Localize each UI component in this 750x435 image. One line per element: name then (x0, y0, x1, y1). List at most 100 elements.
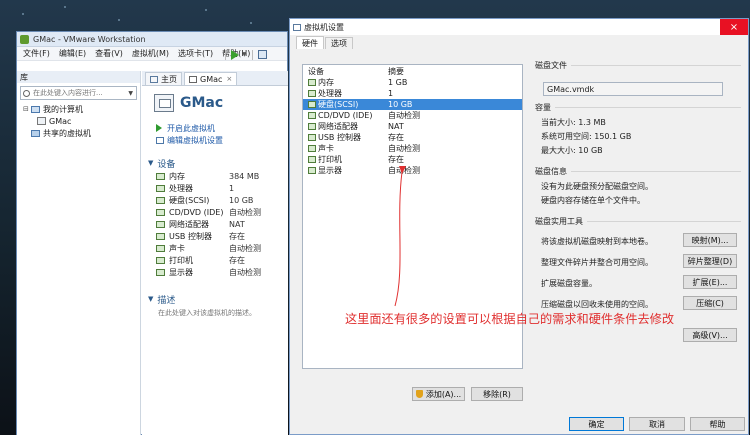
advanced-button[interactable]: 高级(V)... (683, 328, 737, 342)
hardware-row[interactable]: CD/DVD (IDE) 自动检测 (303, 110, 522, 121)
vm-icon (189, 75, 197, 83)
device-row[interactable]: 内存 384 MB (142, 170, 288, 182)
devices-section-toggle[interactable]: ▼ 设备 (142, 156, 288, 170)
menu-file[interactable]: 文件(F) (23, 48, 50, 59)
tree-item-gmac[interactable]: GMac (17, 115, 140, 127)
device-icon (156, 172, 165, 180)
device-row[interactable]: 网络适配器 NAT (142, 218, 288, 230)
add-hardware-button[interactable]: 添加(A)... (412, 387, 465, 401)
description-hint[interactable]: 在此处键入对该虚拟机的描述。 (142, 308, 288, 318)
disk-utilities-group: 磁盘实用工具 将该虚拟机磁盘映射到本地卷。 映射(M)... 整理文件碎片并整合可用… (535, 216, 741, 361)
device-icon (156, 196, 165, 204)
device-value: 10 GB (229, 195, 254, 205)
chevron-down-icon[interactable]: ▼ (242, 51, 247, 58)
device-name: 打印机 (169, 255, 193, 265)
hardware-summary: 自动检测 (388, 144, 420, 153)
device-name: 网络适配器 (169, 219, 209, 229)
tree-item-label: 共享的虚拟机 (43, 128, 91, 138)
hardware-device: 网络适配器 (318, 122, 358, 131)
tree-item-shared-vms[interactable]: 共享的虚拟机 (17, 127, 140, 139)
close-button[interactable]: × (720, 19, 748, 35)
ok-button[interactable]: 确定 (569, 417, 624, 431)
hardware-row[interactable]: 显示器 自动检测 (303, 165, 522, 176)
disk-file-field[interactable]: GMac.vmdk (543, 82, 723, 96)
shield-icon (415, 390, 423, 398)
power-on-icon[interactable] (231, 49, 239, 60)
power-on-link[interactable]: 开启此虚拟机 (156, 122, 288, 134)
tab-hardware[interactable]: 硬件 (296, 36, 324, 49)
help-button[interactable]: 帮助 (690, 417, 745, 431)
edit-settings-link[interactable]: 编辑虚拟机设置 (156, 134, 288, 146)
hardware-row[interactable]: 网络适配器 NAT (303, 121, 522, 132)
menu-view[interactable]: 查看(V) (95, 48, 123, 59)
chevron-down-icon[interactable]: ▼ (128, 90, 133, 97)
search-placeholder: 在此处键入内容进行... (33, 89, 103, 97)
library-search-input[interactable]: 在此处键入内容进行... ▼ (20, 86, 137, 100)
library-panel: 库 在此处键入内容进行... ▼ ⊟ 我的计算机 GMac 共享的虚拟机 (17, 71, 141, 435)
device-icon (156, 268, 165, 276)
snapshot-icon[interactable] (257, 50, 267, 59)
device-icon (156, 256, 165, 264)
device-name: 内存 (169, 171, 185, 181)
hardware-rows: 内存 1 GB 处理器 1 硬盘(SCSI) 10 GB CD/DVD (IDE) 自动检测网… (303, 77, 522, 176)
hardware-device: 内存 (318, 78, 334, 87)
device-row[interactable]: 声卡 自动检测 (142, 242, 288, 254)
device-name: 显示器 (169, 267, 193, 277)
device-icon (156, 208, 165, 216)
device-row[interactable]: 打印机 存在 (142, 254, 288, 266)
device-row[interactable]: 处理器 1 (142, 182, 288, 194)
group-title: 容量 (535, 102, 555, 113)
hardware-row[interactable]: 声卡 自动检测 (303, 143, 522, 154)
hardware-summary: 10 GB (388, 100, 413, 109)
close-icon[interactable]: × (226, 75, 232, 83)
tree-item-my-computer[interactable]: ⊟ 我的计算机 (17, 103, 140, 115)
hardware-row[interactable]: 打印机 存在 (303, 154, 522, 165)
utility-button[interactable]: 映射(M)... (683, 233, 737, 247)
utility-button[interactable]: 扩展(E)... (683, 275, 737, 289)
tab-home[interactable]: 主页 (145, 72, 182, 85)
hardware-row[interactable]: 内存 1 GB (303, 77, 522, 88)
menu-vm[interactable]: 虚拟机(M) (132, 48, 169, 59)
utility-button[interactable]: 压缩(C) (683, 296, 737, 310)
hardware-icon (308, 167, 316, 174)
menu-edit[interactable]: 编辑(E) (59, 48, 86, 59)
hardware-row[interactable]: USB 控制器 存在 (303, 132, 522, 143)
device-value: 1 (229, 183, 235, 193)
column-device[interactable]: 设备 (308, 66, 388, 77)
dialog-title: 虚拟机设置 (304, 22, 344, 32)
main-window-titlebar[interactable]: GMac - VMware Workstation (17, 32, 287, 47)
device-value: 自动检测 (229, 207, 261, 217)
device-value: 存在 (229, 231, 245, 241)
hardware-summary: 自动检测 (388, 111, 420, 120)
device-value: 自动检测 (229, 267, 261, 277)
device-row[interactable]: 显示器 自动检测 (142, 266, 288, 278)
device-name: 硬盘(SCSI) (169, 195, 210, 205)
disk-info-line: 没有为此硬盘预分配磁盘空间。 (541, 182, 653, 191)
hardware-row[interactable]: 处理器 1 (303, 88, 522, 99)
play-icon (156, 124, 162, 132)
device-row[interactable]: 硬盘(SCSI) 10 GB (142, 194, 288, 206)
column-summary[interactable]: 摘要 (388, 66, 404, 77)
hardware-summary: 存在 (388, 155, 404, 164)
capacity-group: 容量 当前大小: 1.3 MB 系统可用空间: 150.1 GB 最大大小: 1… (535, 102, 741, 157)
tab-options[interactable]: 选项 (325, 37, 353, 49)
dialog-titlebar[interactable]: 虚拟机设置 × (290, 19, 748, 35)
hardware-row[interactable]: 硬盘(SCSI) 10 GB (303, 99, 522, 110)
collapse-icon[interactable]: ⊟ (23, 105, 31, 113)
hardware-icon (308, 112, 316, 119)
utility-button[interactable]: 碎片整理(D) (683, 254, 737, 268)
hardware-icon (308, 101, 316, 108)
vm-settings-dialog: 虚拟机设置 × 硬件 选项 设备 摘要 内存 1 GB 处理器 1 硬盘(SCSI) 10… (289, 18, 749, 435)
device-icon (156, 244, 165, 252)
remove-hardware-button[interactable]: 移除(R) (471, 387, 523, 401)
cancel-button[interactable]: 取消 (629, 417, 685, 431)
device-value: NAT (229, 219, 245, 229)
collapse-icon: ▼ (148, 159, 154, 167)
device-row[interactable]: CD/DVD (IDE) 自动检测 (142, 206, 288, 218)
tree-item-label: 我的计算机 (43, 104, 83, 114)
menu-tabs[interactable]: 选项卡(T) (178, 48, 213, 59)
description-section-toggle[interactable]: ▼ 描述 (142, 292, 288, 306)
tab-gmac[interactable]: GMac × (184, 72, 238, 85)
disk-file-group: 磁盘文件 GMac.vmdk (535, 60, 741, 105)
device-row[interactable]: USB 控制器 存在 (142, 230, 288, 242)
